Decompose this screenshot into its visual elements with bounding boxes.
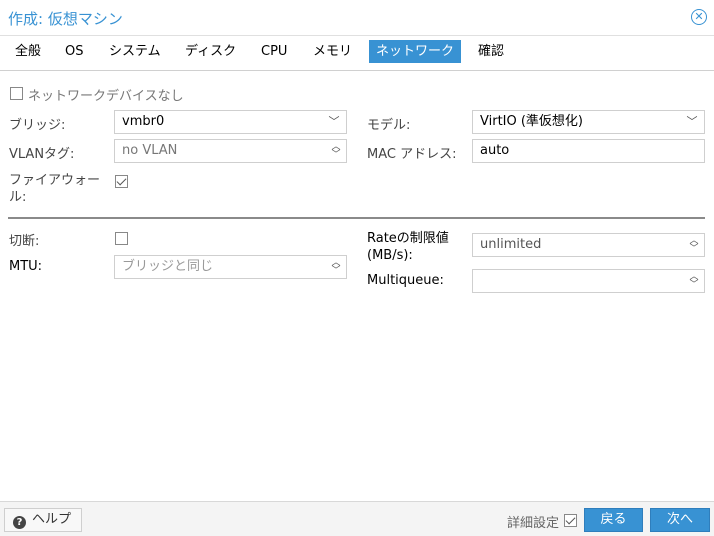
chevron-down-icon: ﹀ [686,115,698,128]
rate-limit-spinner[interactable]: unlimited ︿ ﹀ [472,233,705,257]
back-button[interactable]: 戻る [584,508,643,532]
rate-limit-label: Rateの制限値 (MB/s): [367,231,449,263]
spinner-icon: ︿ ﹀ [689,236,699,254]
multiqueue-spinner[interactable]: ︿ ﹀ [472,269,705,293]
spinner-icon: ︿ ﹀ [331,142,341,160]
tab-network[interactable]: ネットワーク [369,40,462,63]
rate-limit-value: unlimited [480,237,542,252]
mtu-label: MTU: [9,259,43,274]
tab-divider [0,70,714,71]
multiqueue-label: Multiqueue: [367,273,444,288]
title-bar: 作成: 仮想マシン ✕ [0,0,714,36]
tab-system[interactable]: システム [102,40,168,63]
tab-confirm[interactable]: 確認 [471,40,511,63]
mac-label: MAC アドレス: [367,147,457,162]
help-label: ヘルプ [32,512,72,527]
mac-value: auto [480,143,510,158]
spinner-icon: ︿ ﹀ [689,272,699,290]
no-network-device-checkbox[interactable] [10,87,23,100]
section-separator [8,217,705,219]
spinner-icon: ︿ ﹀ [331,258,341,276]
firewall-checkbox[interactable] [115,175,128,188]
chevron-down-icon: ﹀ [328,115,340,128]
bridge-value: vmbr0 [122,114,165,129]
tab-disk[interactable]: ディスク [178,40,243,63]
advanced-label: 詳細設定 [507,516,560,531]
disconnect-label: 切断: [9,234,40,249]
mtu-placeholder: ブリッジと同じ [122,259,214,274]
question-icon: ? [13,516,26,529]
next-button[interactable]: 次へ [650,508,710,532]
no-network-device-label: ネットワークデバイスなし [28,89,184,104]
firewall-label: ファイアウォール: [9,173,101,205]
model-select[interactable]: VirtIO (準仮想化) ﹀ [472,110,705,134]
tab-general[interactable]: 全般 [8,40,48,63]
mac-input[interactable]: auto [472,139,705,163]
mtu-spinner[interactable]: ブリッジと同じ ︿ ﹀ [114,255,347,279]
bridge-label: ブリッジ: [9,118,66,133]
vlan-label: VLANタグ: [9,147,75,162]
advanced-checkbox[interactable] [564,514,577,527]
vlan-value: no VLAN [122,143,178,158]
vlan-spinner[interactable]: no VLAN ︿ ﹀ [114,139,347,163]
disconnect-checkbox[interactable] [115,232,128,245]
tab-memory[interactable]: メモリ [306,40,359,63]
bridge-select[interactable]: vmbr0 ﹀ [114,110,347,134]
window-title: 作成: 仮想マシン [8,10,123,28]
help-button[interactable]: ? ヘルプ [4,508,83,532]
model-value: VirtIO (準仮想化) [480,114,584,129]
close-icon[interactable]: ✕ [691,9,707,25]
model-label: モデル: [367,118,411,133]
tab-cpu[interactable]: CPU [254,40,294,63]
tab-os[interactable]: OS [58,40,90,63]
footer-bar: ? ヘルプ 詳細設定 戻る 次へ [0,501,714,536]
